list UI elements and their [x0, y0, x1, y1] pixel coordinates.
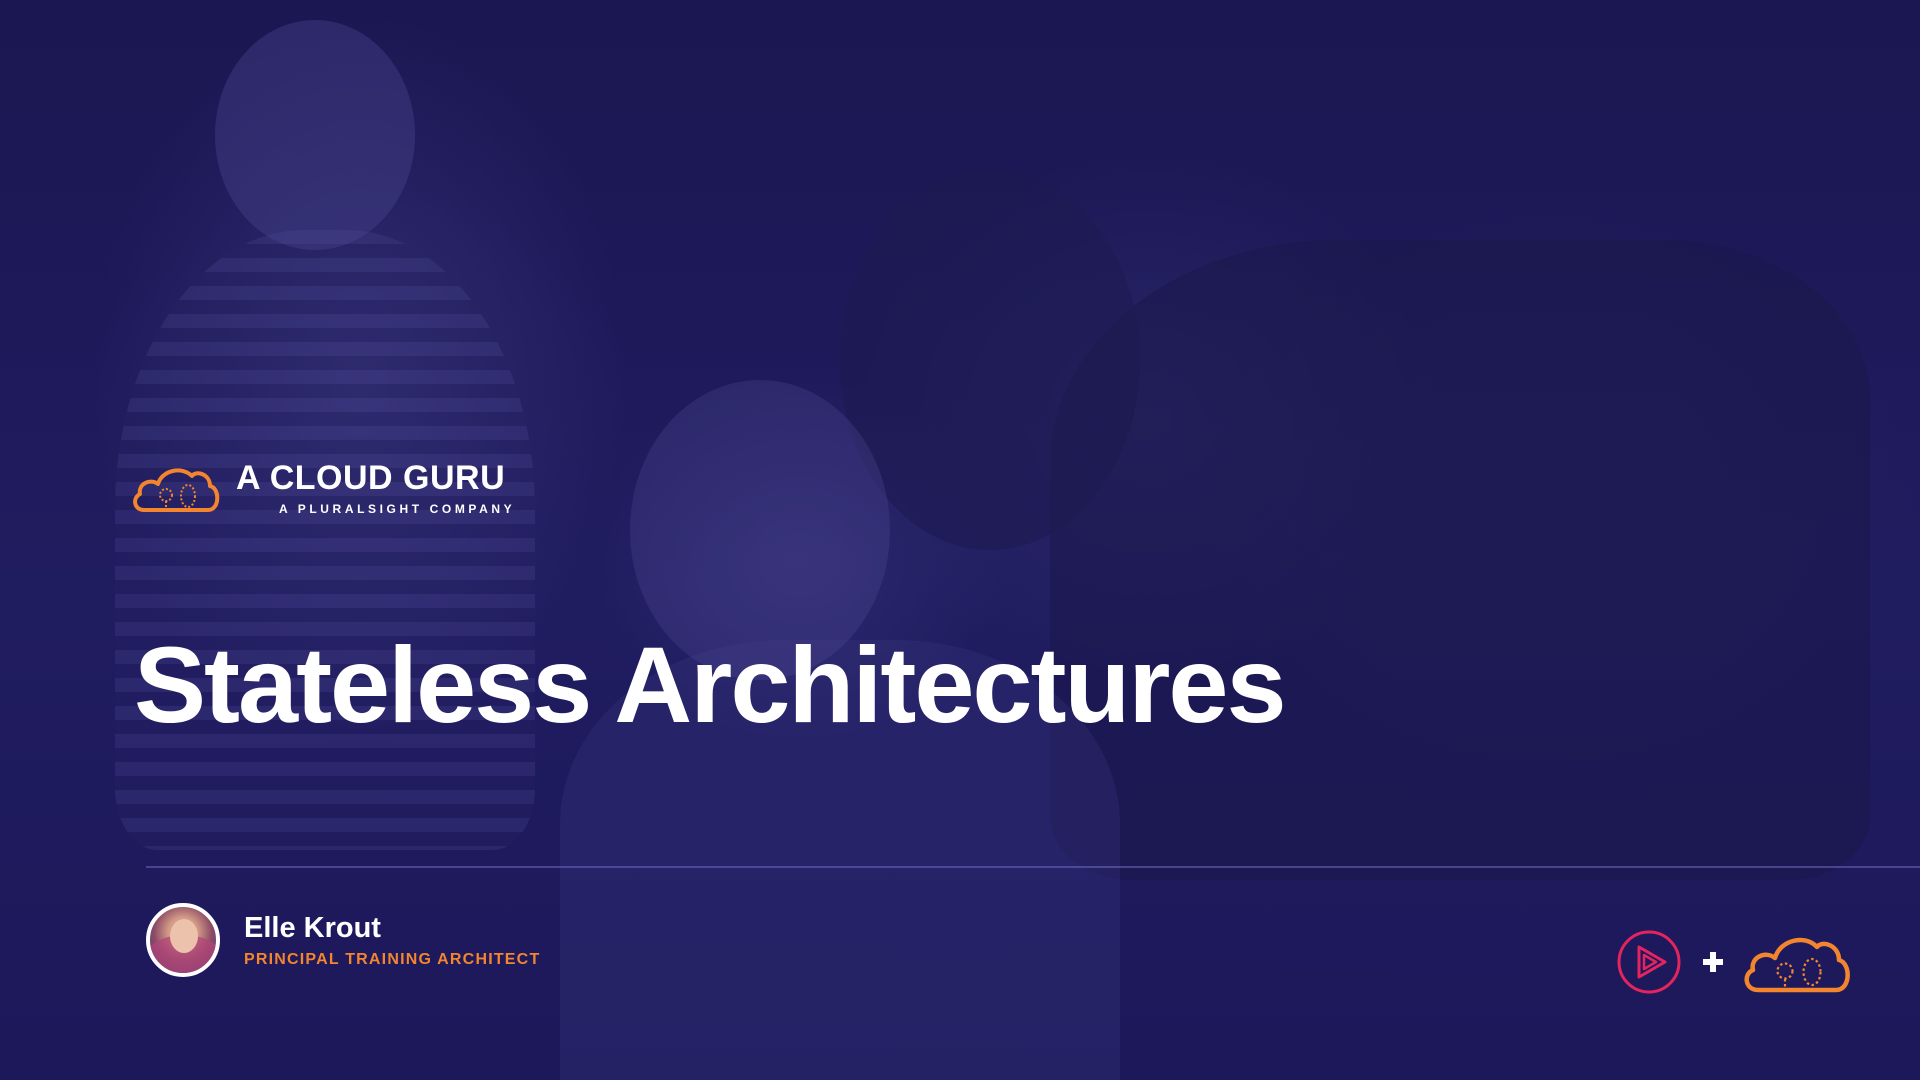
logo-wordmark: A CLOUD GURU A PLURALSIGHT COMPANY [236, 460, 515, 516]
presenter-role: PRINCIPAL TRAINING ARCHITECT [244, 951, 541, 968]
divider [146, 866, 1920, 868]
avatar [146, 903, 220, 977]
slide-title: Stateless Architectures [134, 624, 1287, 745]
cloud-guru-icon [133, 468, 220, 512]
plus-icon [1703, 952, 1723, 972]
title-slide: A CLOUD GURU A PLURALSIGHT COMPANY State… [0, 0, 1920, 1080]
avatar-face [170, 919, 198, 953]
logo-subtitle: A PLURALSIGHT COMPANY [279, 502, 516, 516]
pluralsight-play-icon [1617, 930, 1681, 994]
partner-brands [1616, 928, 1852, 996]
logo-name: A CLOUD GURU [236, 459, 506, 497]
background-photo-person-left [115, 230, 535, 850]
cloud-guru-icon [1744, 937, 1850, 993]
presenter-text: Elle Krout PRINCIPAL TRAINING ARCHITECT [244, 911, 540, 969]
a-cloud-guru-logo: A CLOUD GURU A PLURALSIGHT COMPANY [130, 460, 515, 516]
presenter-info: Elle Krout PRINCIPAL TRAINING ARCHITECT [146, 903, 540, 977]
presenter-name: Elle Krout [244, 912, 381, 944]
background-photo-person-left-head [215, 20, 415, 250]
background-photo-person-right [1050, 240, 1870, 880]
